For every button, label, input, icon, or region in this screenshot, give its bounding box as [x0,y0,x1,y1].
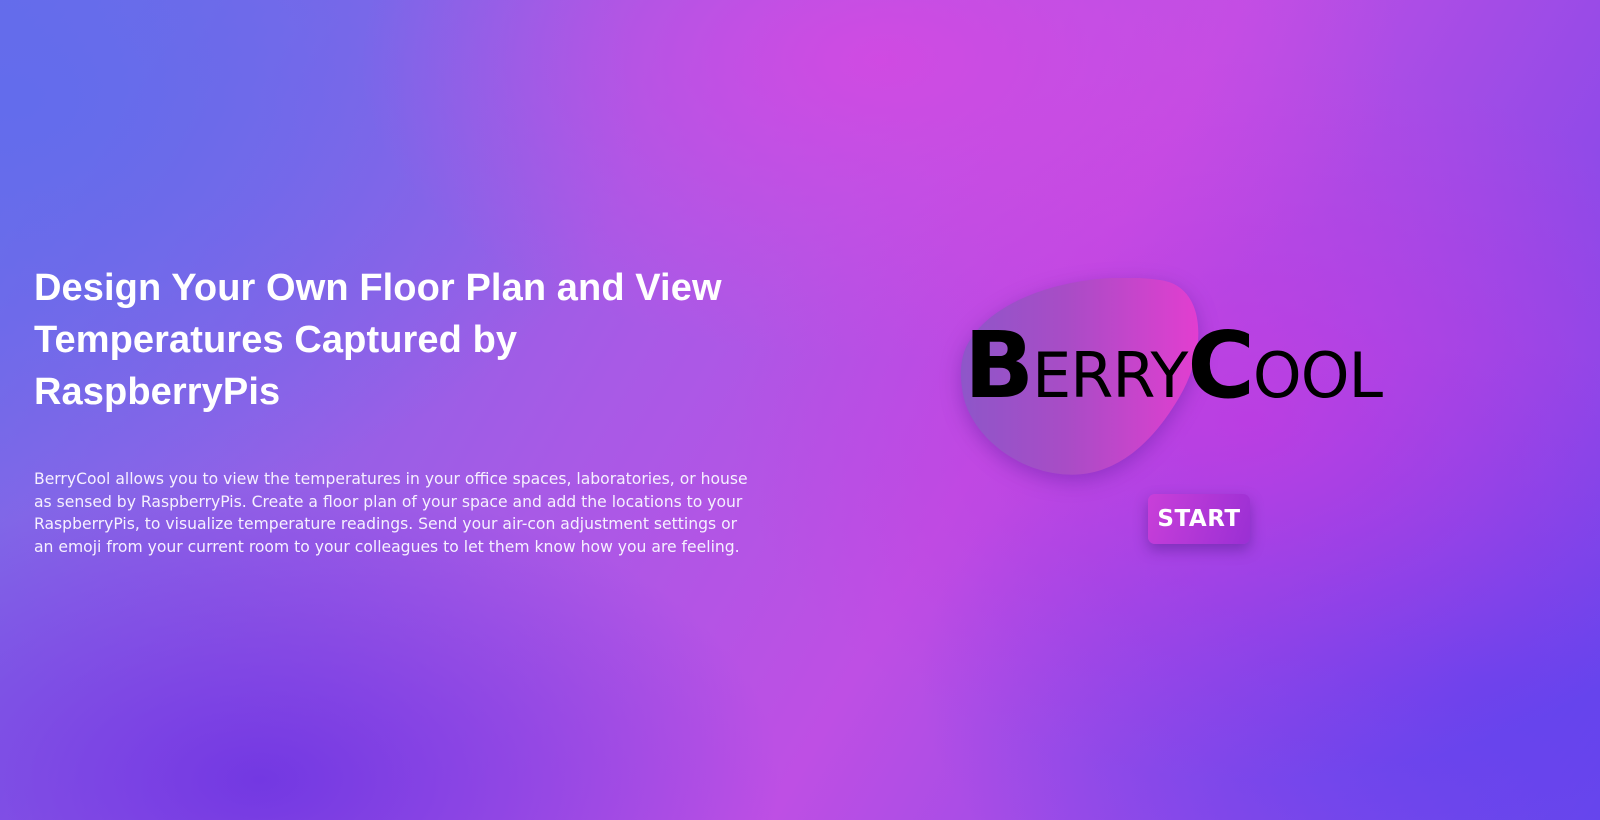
hero-headline: Design Your Own Floor Plan and View Temp… [34,267,722,413]
logo-letter-c: C [1187,312,1255,419]
logo-text-ool: OOL [1252,339,1383,412]
hero-section: Design Your Own Floor Plan and View Temp… [34,262,774,558]
start-button[interactable]: START [1148,494,1250,544]
hero-description: BerryCool allows you to view the tempera… [34,470,748,556]
logo-text-erry: ERRY [1032,339,1188,412]
logo-wordmark: BERRYCOOL [964,320,1383,412]
logo-letter-b: B [964,312,1034,419]
berrycool-logo: BERRYCOOL [960,278,1410,478]
